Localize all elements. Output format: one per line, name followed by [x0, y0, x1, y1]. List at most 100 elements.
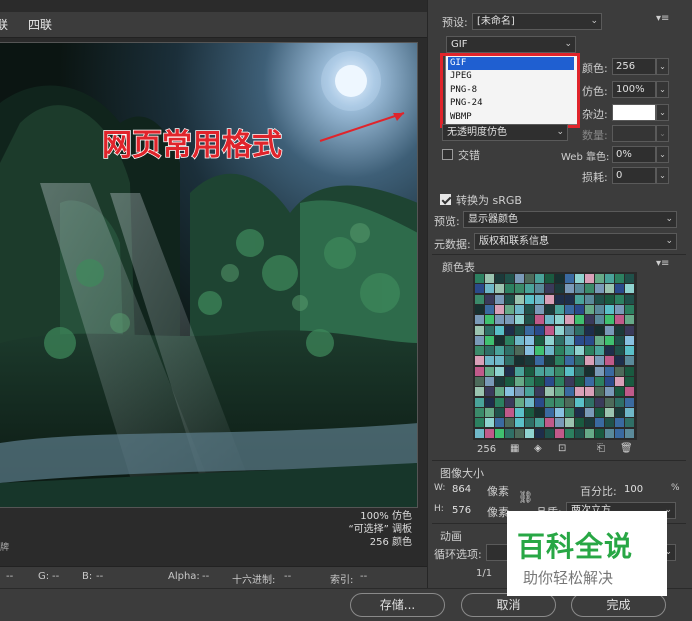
color-swatch[interactable] — [555, 325, 564, 335]
color-swatch[interactable] — [615, 397, 624, 407]
color-swatch[interactable] — [515, 294, 524, 304]
color-swatch[interactable] — [585, 407, 594, 417]
panel-menu-icon[interactable]: ▾≡ — [656, 13, 669, 24]
link-icon[interactable]: ⛓ — [518, 490, 533, 504]
color-swatch[interactable] — [625, 366, 634, 376]
color-swatch[interactable] — [485, 315, 494, 325]
color-swatch[interactable] — [585, 356, 594, 366]
color-swatch[interactable] — [595, 294, 604, 304]
color-swatch[interactable] — [595, 387, 604, 397]
color-swatch[interactable] — [595, 346, 604, 356]
color-swatch[interactable] — [625, 418, 634, 428]
color-swatch[interactable] — [555, 397, 564, 407]
color-swatch[interactable] — [605, 418, 614, 428]
color-swatch[interactable] — [495, 356, 504, 366]
color-swatch[interactable] — [515, 428, 524, 438]
color-swatch[interactable] — [475, 274, 484, 283]
preview-select[interactable]: 显示器颜色 ⌄ — [463, 211, 677, 228]
color-swatch[interactable] — [495, 284, 504, 294]
color-swatch[interactable] — [625, 325, 634, 335]
percent-field[interactable]: 100 — [620, 481, 670, 498]
color-swatch[interactable] — [485, 325, 494, 335]
color-swatch[interactable] — [585, 377, 594, 386]
save-button[interactable]: 存储... — [350, 593, 445, 617]
color-swatch[interactable] — [565, 377, 574, 386]
color-swatch[interactable] — [605, 315, 614, 325]
color-swatch[interactable] — [505, 418, 514, 428]
color-swatch[interactable] — [625, 304, 634, 314]
color-swatch[interactable] — [575, 418, 584, 428]
color-swatch[interactable] — [555, 335, 564, 345]
color-swatch[interactable] — [625, 397, 634, 407]
color-swatch[interactable] — [545, 335, 554, 345]
color-swatch[interactable] — [525, 325, 534, 335]
color-swatch[interactable] — [495, 304, 504, 314]
color-swatch[interactable] — [515, 366, 524, 376]
color-swatch[interactable] — [615, 377, 624, 386]
color-swatch[interactable] — [505, 356, 514, 366]
color-swatch[interactable] — [505, 377, 514, 386]
color-swatch[interactable] — [485, 346, 494, 356]
color-swatch[interactable] — [485, 284, 494, 294]
delete-icon[interactable]: 🗑 — [620, 443, 633, 454]
color-swatch[interactable] — [475, 294, 484, 304]
color-swatch[interactable] — [615, 325, 624, 335]
color-swatch[interactable] — [605, 284, 614, 294]
color-swatch[interactable] — [605, 428, 614, 438]
color-swatch[interactable] — [475, 325, 484, 335]
color-swatch[interactable] — [595, 335, 604, 345]
color-swatch[interactable] — [585, 284, 594, 294]
color-swatch[interactable] — [575, 346, 584, 356]
color-swatch[interactable] — [545, 377, 554, 386]
color-swatch[interactable] — [475, 356, 484, 366]
color-swatch[interactable] — [585, 274, 594, 283]
color-swatch[interactable] — [585, 335, 594, 345]
color-swatch[interactable] — [535, 418, 544, 428]
color-swatch[interactable] — [505, 294, 514, 304]
color-swatch[interactable] — [545, 284, 554, 294]
color-swatch[interactable] — [595, 366, 604, 376]
color-swatch[interactable] — [605, 397, 614, 407]
color-swatch[interactable] — [565, 274, 574, 283]
color-swatch[interactable] — [495, 346, 504, 356]
color-swatch[interactable] — [575, 397, 584, 407]
cancel-button[interactable]: 取消 — [461, 593, 556, 617]
color-swatch[interactable] — [495, 418, 504, 428]
color-swatch[interactable] — [565, 366, 574, 376]
color-swatch[interactable] — [475, 407, 484, 417]
color-swatch[interactable] — [575, 407, 584, 417]
color-swatch[interactable] — [525, 335, 534, 345]
tab-four-up[interactable]: 四联 — [28, 16, 52, 33]
color-swatch[interactable] — [565, 335, 574, 345]
color-swatch[interactable] — [535, 356, 544, 366]
color-swatch[interactable] — [575, 315, 584, 325]
color-swatch[interactable] — [475, 304, 484, 314]
color-swatch[interactable] — [495, 325, 504, 335]
color-swatch[interactable] — [475, 397, 484, 407]
color-swatch[interactable] — [615, 304, 624, 314]
convert-srgb-checkbox[interactable] — [440, 194, 451, 205]
color-swatch[interactable] — [495, 387, 504, 397]
color-swatch[interactable] — [475, 335, 484, 345]
color-swatch[interactable] — [525, 346, 534, 356]
color-swatch[interactable] — [575, 325, 584, 335]
color-swatch[interactable] — [515, 315, 524, 325]
color-swatch[interactable] — [615, 356, 624, 366]
color-swatch[interactable] — [575, 356, 584, 366]
color-swatch[interactable] — [545, 407, 554, 417]
color-swatch[interactable] — [545, 294, 554, 304]
color-swatch[interactable] — [475, 377, 484, 386]
color-swatch[interactable] — [595, 377, 604, 386]
color-swatch[interactable] — [545, 304, 554, 314]
color-swatch[interactable] — [505, 315, 514, 325]
web-snap-field[interactable]: 0% — [612, 146, 656, 163]
color-swatch[interactable] — [515, 356, 524, 366]
color-swatch[interactable] — [545, 428, 554, 438]
color-swatch[interactable] — [515, 346, 524, 356]
color-swatch[interactable] — [565, 397, 574, 407]
metadata-select[interactable]: 版权和联系信息 ⌄ — [474, 233, 677, 250]
color-swatch[interactable] — [605, 356, 614, 366]
color-swatch[interactable] — [625, 356, 634, 366]
color-swatch[interactable] — [605, 294, 614, 304]
color-swatch[interactable] — [595, 397, 604, 407]
